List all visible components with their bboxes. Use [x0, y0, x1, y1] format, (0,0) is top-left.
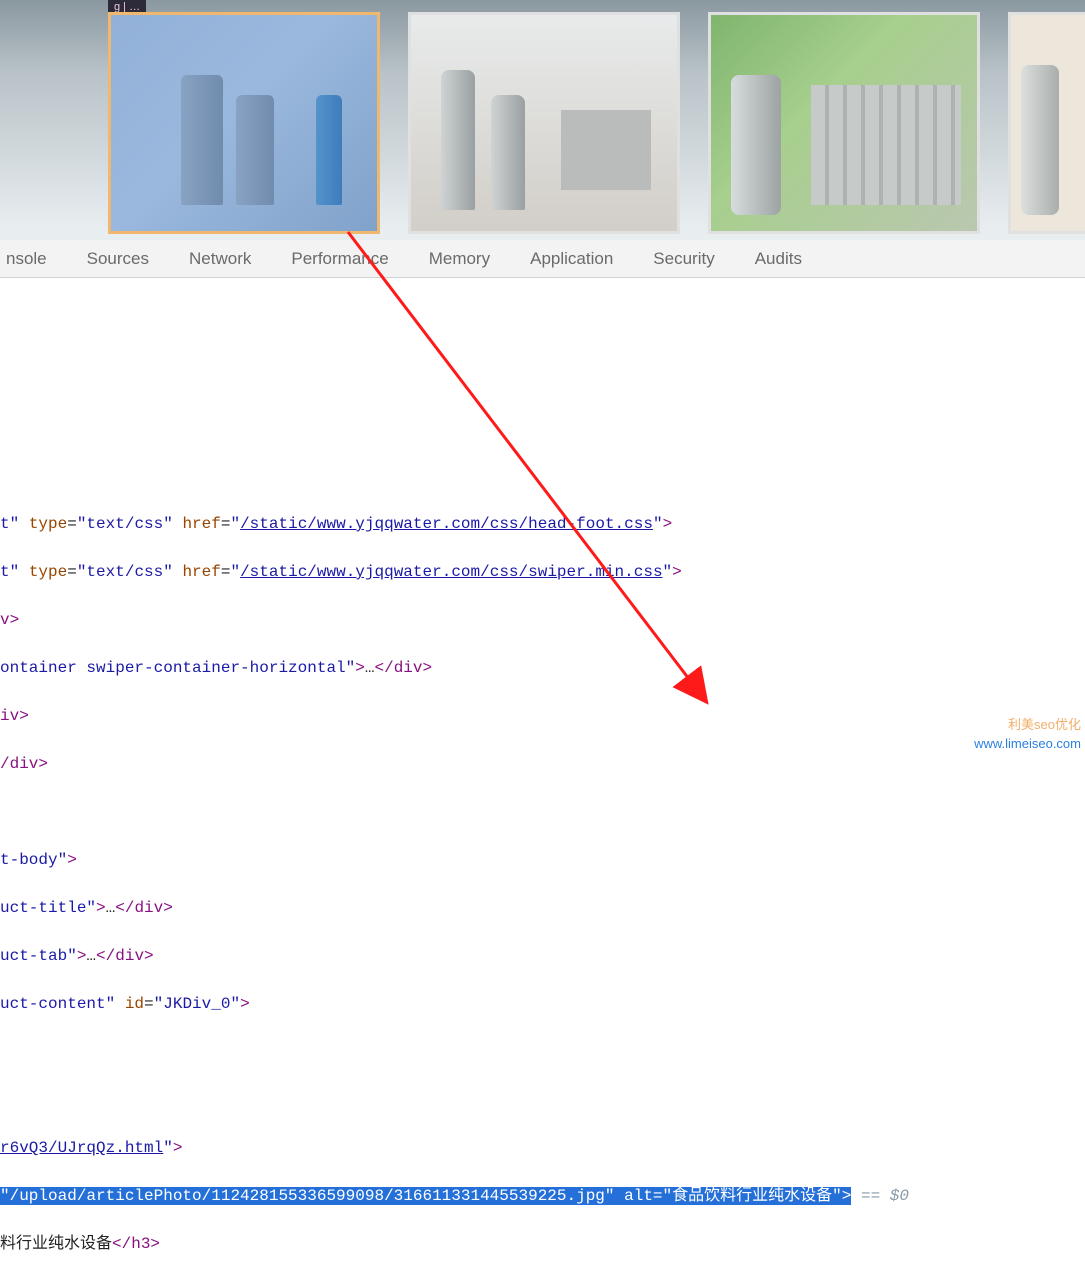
code-line[interactable]: /div>	[0, 752, 1085, 776]
tab-network[interactable]: Network	[169, 249, 271, 269]
code-line[interactable]: t" type="text/css" href="/static/www.yjq…	[0, 560, 1085, 584]
tab-sources[interactable]: Sources	[67, 249, 169, 269]
code-line[interactable]: v>	[0, 608, 1085, 632]
tab-application[interactable]: Application	[510, 249, 633, 269]
tab-memory[interactable]: Memory	[409, 249, 510, 269]
tab-console[interactable]: nsole	[0, 249, 67, 269]
elements-panel[interactable]: t" type="text/css" href="/static/www.yjq…	[0, 278, 1085, 1280]
product-thumbnail-4[interactable]	[1008, 12, 1085, 234]
code-line[interactable]: iv>	[0, 704, 1085, 728]
product-thumbnail-3[interactable]	[708, 12, 980, 234]
code-line[interactable]: uct-title">…</div>	[0, 896, 1085, 920]
devtools-tab-bar: nsole Sources Network Performance Memory…	[0, 240, 1085, 278]
tab-security[interactable]: Security	[633, 249, 734, 269]
code-line[interactable]: t-body">	[0, 848, 1085, 872]
code-line[interactable]: uct-tab">…</div>	[0, 944, 1085, 968]
code-line-selected[interactable]: "/upload/articlePhoto/112428155336599098…	[0, 1184, 1085, 1208]
code-line[interactable]: 料行业纯水设备</h3>	[0, 1232, 1085, 1256]
code-line[interactable]: r6vQ3/UJrqQz.html">	[0, 1136, 1085, 1160]
stylesheet-link[interactable]: /static/www.yjqqwater.com/css/head-foot.…	[240, 515, 653, 533]
watermark-text: 利美seo优化	[1008, 714, 1081, 733]
code-line[interactable]: t" type="text/css" href="/static/www.yjq…	[0, 512, 1085, 536]
code-line[interactable]: uct-content" id="JKDiv_0">	[0, 992, 1085, 1016]
product-thumbnail-2[interactable]	[408, 12, 680, 234]
href-link[interactable]: r6vQ3/UJrqQz.html	[0, 1139, 163, 1157]
tab-audits[interactable]: Audits	[735, 249, 822, 269]
webpage-preview: g | …	[0, 0, 1085, 240]
watermark-url: www.limeiseo.com	[974, 736, 1081, 751]
tab-performance[interactable]: Performance	[271, 249, 408, 269]
product-thumbnail-1[interactable]	[108, 12, 380, 234]
stylesheet-link[interactable]: /static/www.yjqqwater.com/css/swiper.min…	[240, 563, 662, 581]
code-line[interactable]: ontainer swiper-container-horizontal">…<…	[0, 656, 1085, 680]
